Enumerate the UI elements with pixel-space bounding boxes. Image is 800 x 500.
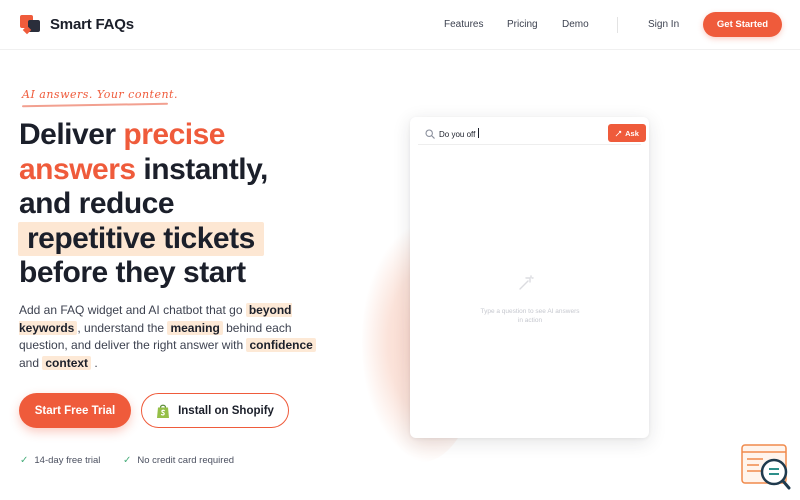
hero-headline: Deliver precise answers instantly, and r…: [18, 118, 389, 291]
start-free-trial-button[interactable]: Start Free Trial: [19, 393, 131, 428]
install-on-shopify-button[interactable]: Install on Shopify: [141, 393, 289, 428]
keyword-meaning: meaning: [167, 320, 223, 335]
top-nav: Smart FAQs Features Pricing Demo Sign In…: [0, 0, 800, 50]
sign-in-link[interactable]: Sign In: [648, 19, 679, 30]
headline-accent-answers: answers: [19, 152, 136, 186]
get-started-button[interactable]: Get Started: [703, 12, 782, 37]
headline-line-1: Deliver precise: [19, 118, 389, 153]
desc-text: Add an FAQ widget and AI chatbot that go: [19, 303, 243, 317]
brand-name: Smart FAQs: [50, 15, 134, 33]
text-caret: [478, 128, 479, 138]
check-label: No credit card required: [137, 455, 235, 466]
help-chat-icon[interactable]: [741, 444, 791, 490]
headline-line-5: before they start: [19, 256, 246, 289]
keyword-context: context: [42, 355, 92, 370]
desc-text: , understand the: [77, 320, 165, 335]
headline-highlight: repetitive tickets: [18, 221, 264, 256]
widget-empty-state: Type a question to see AI answers in act…: [480, 308, 580, 324]
widget-search-input[interactable]: [439, 126, 589, 142]
headline-text: Deliver: [19, 118, 124, 151]
desc-text: and: [19, 355, 43, 370]
sparkle-empty-icon: [519, 275, 534, 290]
checkmark-icon: ✓: [123, 455, 132, 466]
nav-link-pricing[interactable]: Pricing: [507, 19, 538, 30]
logo-mark-icon: [20, 13, 42, 35]
check-no-card: ✓ No credit card required: [123, 455, 234, 466]
checkmark-icon: ✓: [20, 455, 29, 466]
nav-link-features[interactable]: Features: [444, 19, 483, 30]
shopify-bag-icon: [157, 404, 170, 418]
search-icon: [425, 129, 435, 139]
ask-label: Ask: [625, 128, 639, 138]
headline-text: instantly,: [135, 152, 268, 186]
faq-widget-preview: Ask Type a question to see AI answers in…: [410, 117, 649, 438]
hero-tagline: AI answers. Your content.: [22, 88, 178, 101]
nav-divider: [617, 17, 618, 33]
headline-line-3: and reduce: [19, 187, 175, 220]
desc-text: .: [91, 355, 98, 370]
install-on-shopify-label: Install on Shopify: [178, 404, 274, 417]
headline-accent-precise: precise: [123, 118, 225, 151]
headline-line-2: answers instantly,: [19, 153, 389, 188]
widget-search-bar: Ask: [418, 123, 646, 145]
check-label: 14-day free trial: [34, 455, 101, 466]
headline-line-4: repetitive tickets: [18, 221, 389, 256]
nav-link-demo[interactable]: Demo: [562, 19, 589, 30]
hero-description: Add an FAQ widget and AI chatbot that go…: [19, 302, 319, 372]
check-free-trial: ✓ 14-day free trial: [20, 455, 100, 466]
sparkle-icon: [615, 130, 622, 136]
brand-logo[interactable]: Smart FAQs: [20, 13, 134, 35]
ask-button[interactable]: Ask: [608, 124, 646, 142]
tagline-underline: [21, 102, 169, 108]
keyword-confidence: confidence: [246, 338, 316, 352]
